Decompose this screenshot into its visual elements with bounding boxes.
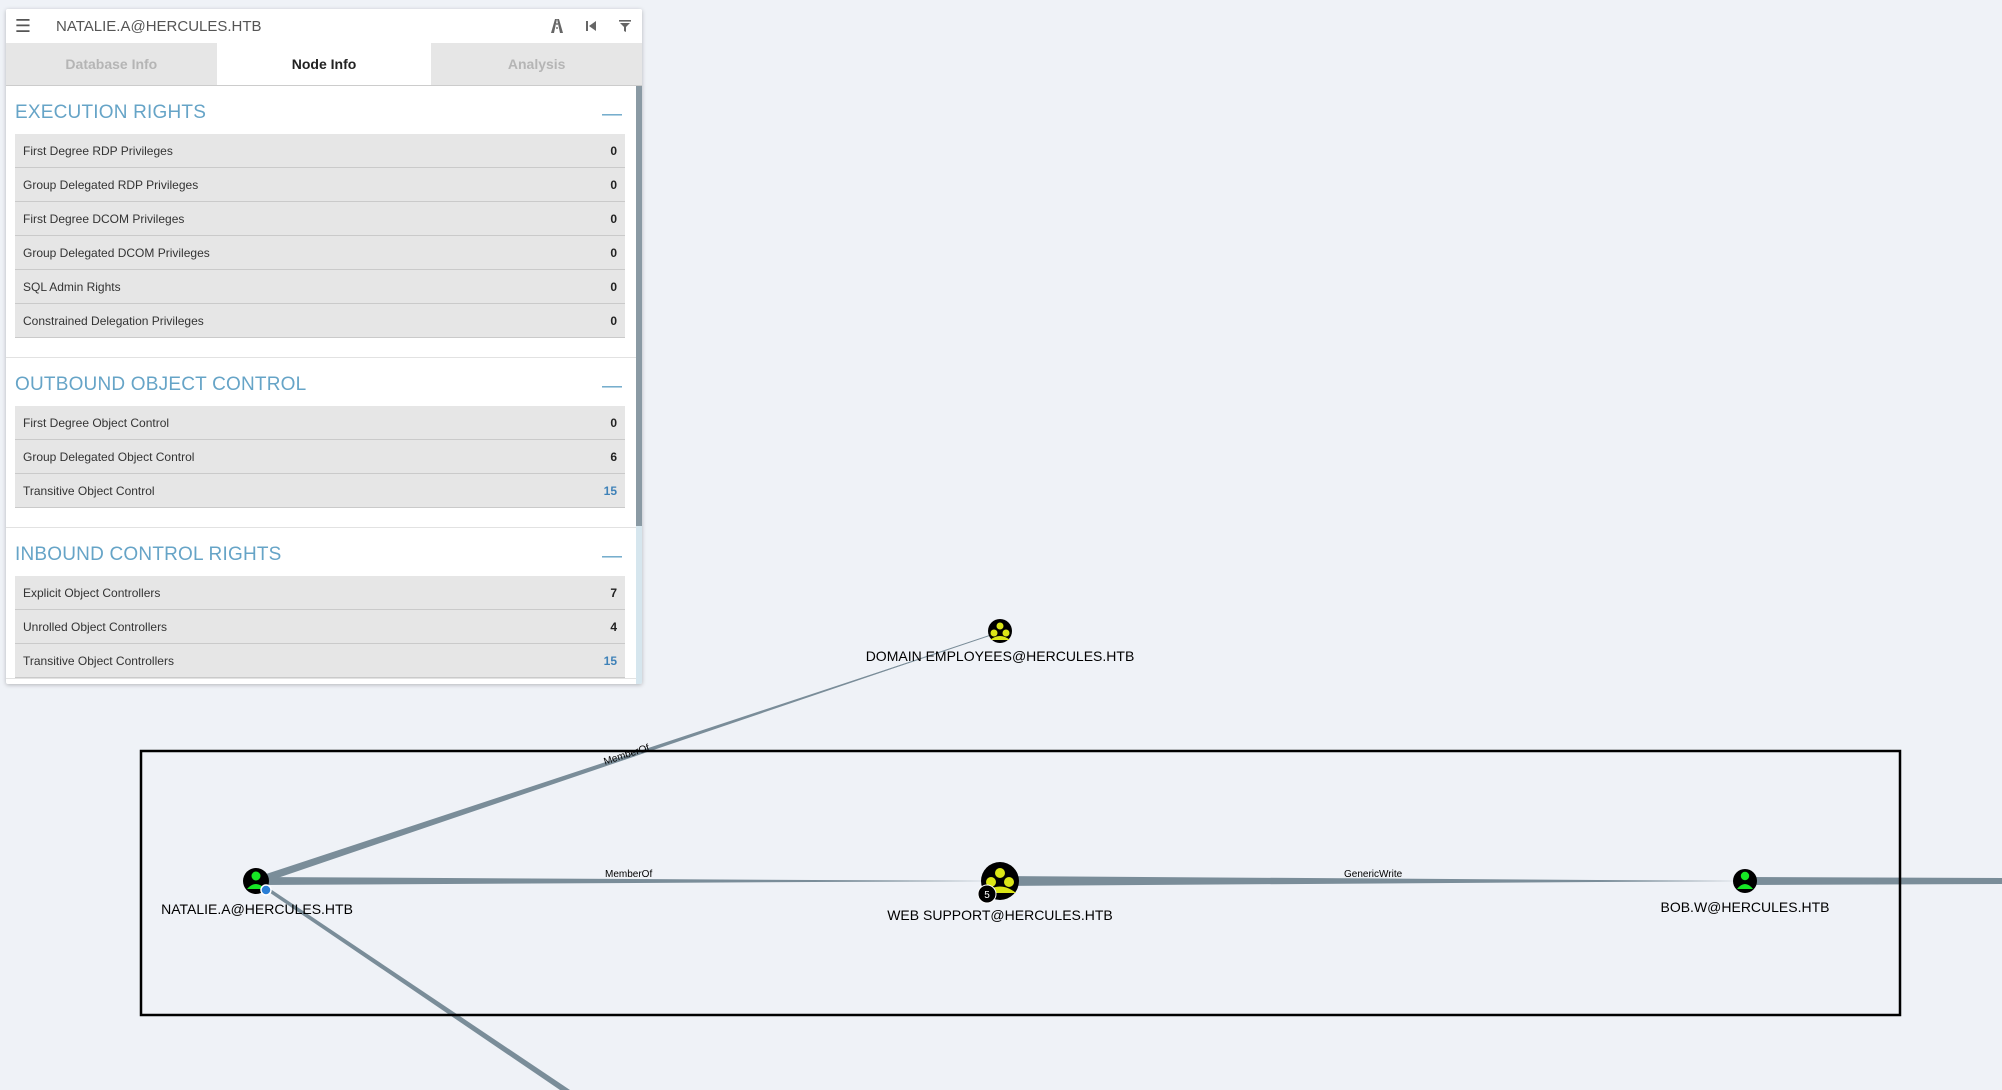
node-bob[interactable]: BOB.W@HERCULES.HTB xyxy=(1660,869,1830,915)
section-title: EXECUTION RIGHTS xyxy=(15,102,207,123)
row-label: Group Delegated Object Control xyxy=(23,449,195,464)
panel-scrollbar[interactable] xyxy=(636,86,642,684)
edge-label-genericwrite: GenericWrite xyxy=(1344,869,1403,880)
tab-node-info[interactable]: Node Info xyxy=(218,43,430,85)
row-value: 0 xyxy=(610,279,617,294)
search-input[interactable] xyxy=(40,16,540,36)
row-group-delegated-rdp[interactable]: Group Delegated RDP Privileges 0 xyxy=(15,168,625,202)
row-value: 0 xyxy=(610,245,617,260)
row-label: Transitive Object Controllers xyxy=(23,653,174,668)
row-value: 0 xyxy=(610,313,617,328)
row-first-degree-dcom[interactable]: First Degree DCOM Privileges 0 xyxy=(15,202,625,236)
user-icon xyxy=(1740,871,1750,881)
row-label: First Degree DCOM Privileges xyxy=(23,211,185,226)
row-label: SQL Admin Rights xyxy=(23,279,121,294)
section-title: OUTBOUND OBJECT CONTROL xyxy=(15,374,307,395)
row-label: Group Delegated DCOM Privileges xyxy=(23,245,210,260)
node-label-web-support: WEB SUPPORT@HERCULES.HTB xyxy=(887,907,1113,923)
tab-analysis[interactable]: Analysis xyxy=(431,43,642,85)
filter-icon[interactable] xyxy=(608,9,642,43)
tab-database-info[interactable]: Database Info xyxy=(6,43,217,85)
row-constrained-delegation[interactable]: Constrained Delegation Privileges 0 xyxy=(15,304,625,338)
group-icon xyxy=(995,868,1005,878)
section-execution-rights: EXECUTION RIGHTS — First Degree RDP Priv… xyxy=(6,86,636,358)
row-transitive-object-control[interactable]: Transitive Object Control 15 xyxy=(15,474,625,508)
row-label: Constrained Delegation Privileges xyxy=(23,313,204,328)
edge-bob-offscreen[interactable] xyxy=(1745,877,2002,885)
menu-icon[interactable]: ☰ xyxy=(6,16,40,37)
row-explicit-object-controllers[interactable]: Explicit Object Controllers 7 xyxy=(15,576,625,610)
owned-marker-icon xyxy=(260,884,272,896)
row-transitive-object-controllers[interactable]: Transitive Object Controllers 15 xyxy=(15,644,625,678)
collapse-icon[interactable]: — xyxy=(602,104,622,134)
row-value: 0 xyxy=(610,143,617,158)
row-label: Transitive Object Control xyxy=(23,483,155,498)
node-domain-employees[interactable]: DOMAIN EMPLOYEES@HERCULES.HTB xyxy=(866,619,1135,664)
collapse-icon[interactable]: — xyxy=(602,376,622,406)
section-outbound-object-control: OUTBOUND OBJECT CONTROL — First Degree O… xyxy=(6,358,636,528)
row-value: 0 xyxy=(610,211,617,226)
row-value: 4 xyxy=(610,619,617,634)
row-value: 15 xyxy=(603,483,617,498)
panel-tabs: Database Info Node Info Analysis xyxy=(6,43,642,86)
panel-content: EXECUTION RIGHTS — First Degree RDP Priv… xyxy=(6,86,636,684)
collapse-icon[interactable]: — xyxy=(602,546,622,576)
node-info-panel: ☰ Database Info Node Info Analysis EXECU… xyxy=(6,9,642,684)
row-first-degree-rdp[interactable]: First Degree RDP Privileges 0 xyxy=(15,134,625,168)
edge-label-memberof-web-support: MemberOf xyxy=(605,869,652,880)
node-label-domain-employees: DOMAIN EMPLOYEES@HERCULES.HTB xyxy=(866,648,1135,664)
row-label: Unrolled Object Controllers xyxy=(23,619,168,634)
row-label: First Degree Object Control xyxy=(23,415,170,430)
node-label-natalie: NATALIE.A@HERCULES.HTB xyxy=(161,901,353,917)
section-title: INBOUND CONTROL RIGHTS xyxy=(15,544,282,565)
collapsed-count-text: 5 xyxy=(984,890,990,901)
scrollbar-thumb[interactable] xyxy=(636,86,642,526)
node-web-support[interactable]: 5 WEB SUPPORT@HERCULES.HTB xyxy=(887,862,1113,923)
row-label: First Degree RDP Privileges xyxy=(23,143,173,158)
row-value: 0 xyxy=(610,177,617,192)
group-icon xyxy=(996,622,1004,630)
row-label: Explicit Object Controllers xyxy=(23,585,161,600)
node-natalie[interactable]: NATALIE.A@HERCULES.HTB xyxy=(161,868,353,917)
pathfinding-icon[interactable] xyxy=(540,9,574,43)
edge-label-memberof-domain: MemberOf xyxy=(603,743,652,768)
section-inbound-control-rights: INBOUND CONTROL RIGHTS — Explicit Object… xyxy=(6,528,636,679)
row-group-delegated-object-control[interactable]: Group Delegated Object Control 6 xyxy=(15,440,625,474)
row-value: 0 xyxy=(610,415,617,430)
row-value: 15 xyxy=(603,653,617,668)
user-icon xyxy=(251,871,261,881)
row-label: Group Delegated RDP Privileges xyxy=(23,177,199,192)
row-group-delegated-dcom[interactable]: Group Delegated DCOM Privileges 0 xyxy=(15,236,625,270)
row-sql-admin[interactable]: SQL Admin Rights 0 xyxy=(15,270,625,304)
row-value: 7 xyxy=(610,585,617,600)
row-first-degree-object-control[interactable]: First Degree Object Control 0 xyxy=(15,406,625,440)
search-bar: ☰ xyxy=(6,9,642,43)
row-value: 6 xyxy=(610,449,617,464)
row-unrolled-object-controllers[interactable]: Unrolled Object Controllers 4 xyxy=(15,610,625,644)
back-icon[interactable] xyxy=(574,9,608,43)
node-label-bob: BOB.W@HERCULES.HTB xyxy=(1660,899,1829,915)
